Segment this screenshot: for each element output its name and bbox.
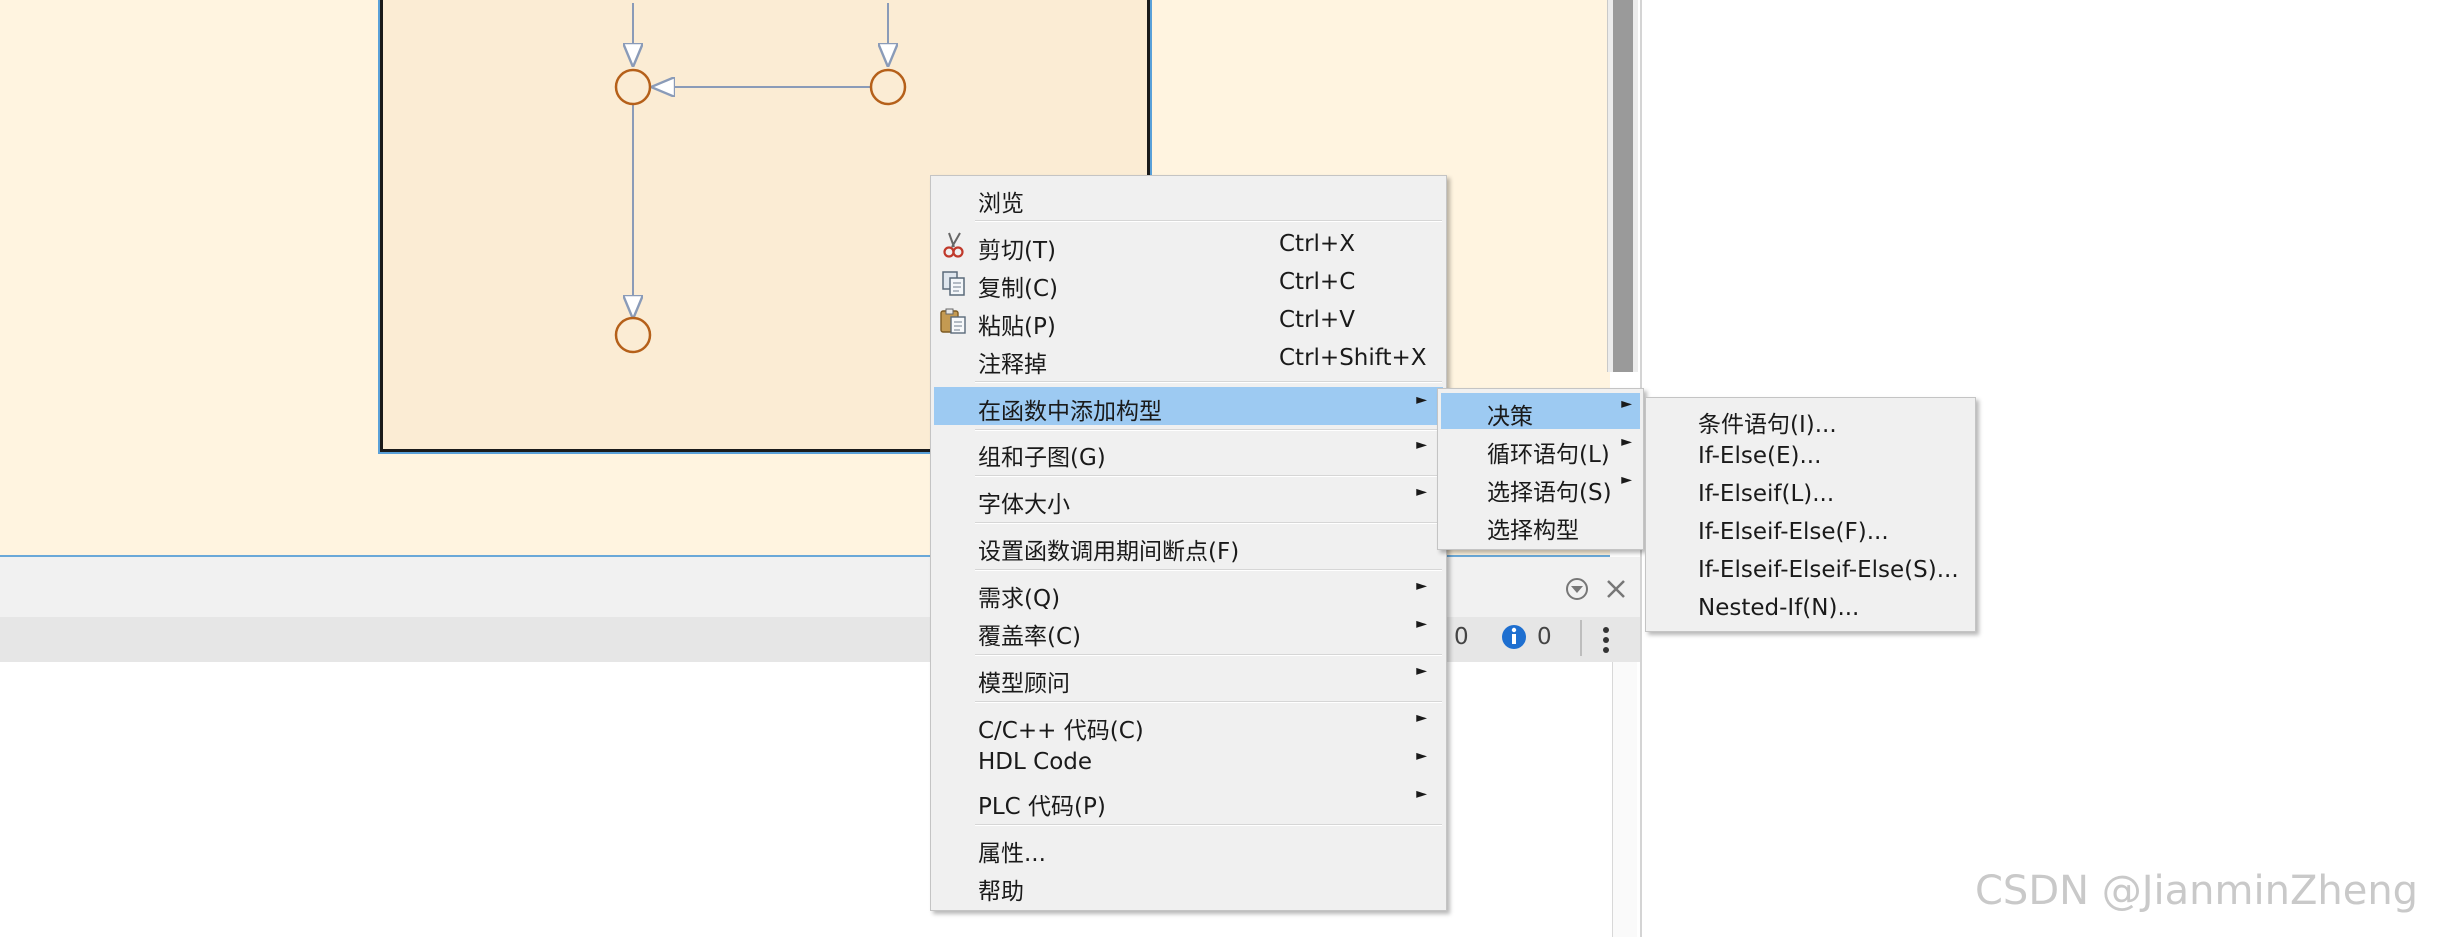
panel-menu-icon[interactable] [1564,576,1590,602]
menu-item-cut[interactable]: 剪切(T) Ctrl+X [934,227,1443,264]
menu-item-hdl-code[interactable]: HDL Code ► [934,745,1443,781]
scissors-icon [938,231,968,259]
chevron-right-icon: ► [1416,710,1427,726]
menu-separator [975,569,1442,571]
chevron-right-icon: ► [1416,578,1427,594]
info-icon[interactable] [1500,623,1528,651]
chevron-right-icon: ► [1416,484,1427,500]
menu-separator [975,701,1442,703]
submenu-item-if-elseif-else[interactable]: If-Elseif-Else(F)... [1649,515,1972,551]
menu-item-plc-code[interactable]: PLC 代码(P) ► [934,783,1443,820]
menu-item-set-breakpoint[interactable]: 设置函数调用期间断点(F) [934,528,1443,565]
submenu-item-if[interactable]: 条件语句(I)... [1649,401,1972,438]
submenu-item-if-elseif[interactable]: If-Elseif(L)... [1649,477,1972,513]
warning-count: 0 [1454,624,1469,650]
menu-item-model-advisor[interactable]: 模型顾问 ► [934,660,1443,697]
chevron-right-icon: ► [1416,616,1427,632]
junction-node [614,316,652,354]
submenu-item-select-pattern[interactable]: 选择构型 [1441,507,1640,544]
menu-item-properties[interactable]: 属性... [934,830,1443,867]
menu-item-paste[interactable]: 粘贴(P) Ctrl+V [934,303,1443,340]
submenu-item-if-elseif-elseif-else[interactable]: If-Elseif-Elseif-Else(S)... [1649,553,1972,589]
paste-icon [938,307,968,335]
chevron-right-icon: ► [1416,663,1427,679]
menu-separator [975,381,1442,383]
info-count: 0 [1537,624,1552,650]
menu-separator [975,429,1442,431]
more-options-icon[interactable] [1600,624,1612,658]
watermark: CSDN @JianminZheng [1975,868,2419,914]
menu-separator [975,522,1442,524]
menu-separator [975,654,1442,656]
menu-item-group-subchart[interactable]: 组和子图(G) ► [934,434,1443,471]
menu-item-add-pattern[interactable]: 在函数中添加构型 ► [934,387,1443,425]
menu-item-browse[interactable]: 浏览 [934,180,1443,217]
lower-panel-scrollbar[interactable] [1612,662,1637,937]
chevron-right-icon: ► [1416,392,1427,408]
menu-separator [975,220,1442,222]
menu-item-c-code[interactable]: C/C++ 代码(C) ► [934,707,1443,744]
menu-item-requirements[interactable]: 需求(Q) ► [934,575,1443,612]
menu-item-comment-out[interactable]: 注释掉 Ctrl+Shift+X [934,341,1443,378]
chevron-right-icon: ► [1621,472,1632,488]
canvas-scrollbar-thumb[interactable] [1613,0,1633,372]
close-icon[interactable] [1604,577,1628,601]
submenu-item-if-else[interactable]: If-Else(E)... [1649,439,1972,475]
menu-item-help[interactable]: 帮助 [934,868,1443,905]
submenu-item-decision[interactable]: 决策 ► [1441,393,1640,430]
chevron-right-icon: ► [1416,748,1427,764]
chevron-right-icon: ► [1621,434,1632,450]
junction-node [869,68,907,106]
menu-item-font-size[interactable]: 字体大小 ► [934,481,1443,518]
chevron-right-icon: ► [1416,786,1427,802]
toolbar-divider [1580,620,1582,656]
submenu-item-nested-if[interactable]: Nested-If(N)... [1649,591,1972,627]
copy-icon [938,269,968,297]
submenu-item-switch[interactable]: 选择语句(S) ► [1441,469,1640,506]
submenu-decision: 条件语句(I)... If-Else(E)... If-Elseif(L)...… [1645,397,1976,632]
chevron-right-icon: ► [1416,437,1427,453]
menu-separator [975,824,1442,826]
junction-node [614,68,652,106]
menu-item-copy[interactable]: 复制(C) Ctrl+C [934,265,1443,302]
context-menu: 浏览 剪切(T) Ctrl+X 复制(C) Ctrl+C 粘贴(P) Ctrl+… [930,175,1447,911]
menu-separator [975,475,1442,477]
chevron-right-icon: ► [1621,396,1632,412]
menu-item-coverage[interactable]: 覆盖率(C) ► [934,613,1443,650]
submenu-item-loop[interactable]: 循环语句(L) ► [1441,431,1640,468]
submenu-add-pattern: 决策 ► 循环语句(L) ► 选择语句(S) ► 选择构型 [1437,388,1644,550]
